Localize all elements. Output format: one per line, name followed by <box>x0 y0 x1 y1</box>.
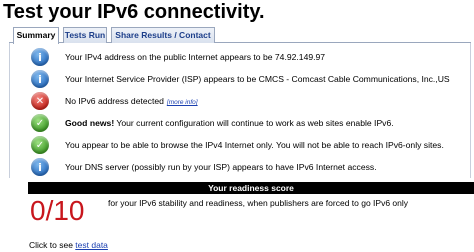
result-row-browse: ✓ You appear to be able to browse the IP… <box>10 134 472 156</box>
result-text: Your Internet Service Provider (ISP) app… <box>65 74 450 84</box>
test-data-link[interactable]: test data <box>75 240 108 250</box>
result-text: No IPv6 address detected [more info] <box>65 90 198 112</box>
footer: Click to see test data <box>29 240 108 251</box>
result-row-dns: i Your DNS server (possibly run by your … <box>10 156 472 178</box>
summary-panel: i Your IPv4 address on the public Intern… <box>9 43 471 178</box>
result-row-good-news: ✓ Good news! Your current configuration … <box>10 112 472 134</box>
checkmark-icon: ✓ <box>31 136 49 154</box>
tab-share-results-contact[interactable]: Share Results / Contact <box>111 27 215 43</box>
result-text: Your DNS server (possibly run by your IS… <box>65 162 377 172</box>
tab-strip: Summary Tests Run Share Results / Contac… <box>9 27 471 44</box>
info-icon: i <box>31 48 49 66</box>
result-row-ipv4: i Your IPv4 address on the public Intern… <box>10 46 472 68</box>
result-row-ipv6: ✕ No IPv6 address detected [more info] <box>10 90 472 112</box>
checkmark-icon: ✓ <box>31 114 49 132</box>
result-text-bold: Good news! <box>65 118 115 128</box>
readiness-score-header: Your readiness score <box>28 182 474 194</box>
page-title: Test your IPv6 connectivity. <box>3 1 265 23</box>
more-info-link[interactable]: [more info] <box>167 99 198 106</box>
result-text-main: No IPv6 address detected <box>65 96 164 106</box>
info-icon: i <box>31 70 49 88</box>
footer-prefix: Click to see <box>29 240 76 250</box>
error-icon: ✕ <box>31 92 49 110</box>
result-text-rest: Your current configuration will continue… <box>114 118 394 128</box>
info-icon: i <box>31 158 49 176</box>
result-text: Your IPv4 address on the public Internet… <box>65 52 326 62</box>
tab-summary[interactable]: Summary <box>13 27 59 44</box>
tab-tests-run[interactable]: Tests Run <box>63 27 107 43</box>
result-text: Good news! Your current configuration wi… <box>65 112 394 134</box>
readiness-score-description: for your IPv6 stability and readiness, w… <box>108 198 409 208</box>
result-text: You appear to be able to browse the IPv4… <box>65 140 444 150</box>
readiness-score-value: 0/10 <box>30 195 85 226</box>
result-row-isp: i Your Internet Service Provider (ISP) a… <box>10 68 472 90</box>
